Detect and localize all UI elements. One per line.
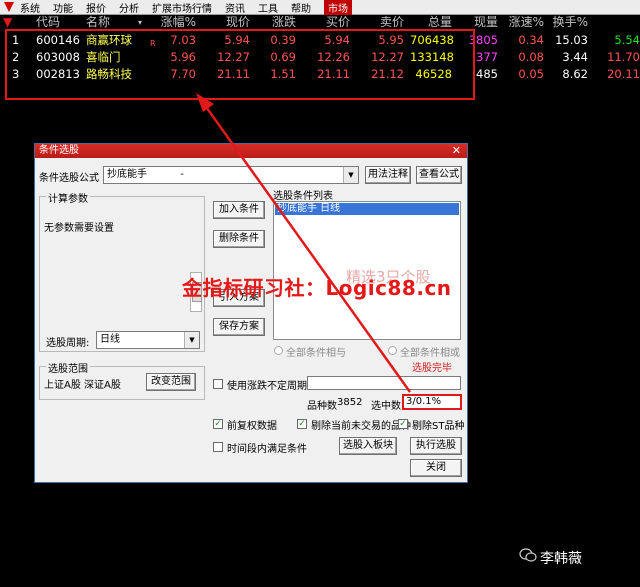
menu-quote[interactable]: 报价	[86, 0, 106, 15]
formula-label: 条件选股公式	[39, 173, 99, 184]
dialog-titlebar[interactable]: 条件选股 ✕	[35, 144, 467, 158]
view-formula-button[interactable]: 查看公式	[416, 166, 462, 184]
menu-help[interactable]: 帮助	[291, 0, 311, 15]
time-cond-checkbox[interactable]	[213, 442, 223, 452]
cell-extra: 20.11	[607, 67, 640, 81]
count-label: 品种数	[307, 401, 337, 412]
exclude-st-checkbox[interactable]: ✓	[398, 419, 408, 429]
dialog-title: 条件选股	[39, 145, 79, 156]
chevron-down-icon: ▼	[343, 167, 358, 183]
restore-label: 前复权数据	[227, 421, 277, 432]
menu-market[interactable]: 市场	[324, 0, 352, 15]
cell-speed: 0.08	[518, 50, 544, 64]
highlight-rectangle	[5, 29, 475, 100]
time-cond-label: 时间段内满足条件	[227, 444, 307, 455]
exclude-untraded-label: 剔除当前未交易的品种	[311, 421, 411, 432]
count-value: 3852	[337, 397, 363, 408]
condition-list-title: 选股条件列表	[273, 191, 333, 202]
exclude-st-label: 剔除ST品种	[412, 421, 465, 432]
cell-extra: 5.54	[614, 33, 640, 47]
status-text: 选股完毕	[412, 363, 452, 374]
radio-and[interactable]	[274, 346, 283, 355]
period-input[interactable]	[307, 376, 461, 390]
cell-speed: 0.34	[518, 33, 544, 47]
menu-analysis[interactable]: 分析	[119, 0, 139, 15]
condition-list[interactable]: 抄底能手 日线 精选3只个股	[273, 201, 461, 340]
formula-select[interactable]: 抄底能手 - ▼	[103, 166, 359, 184]
radio-or[interactable]	[388, 346, 397, 355]
selected-value: 3/0.1%	[402, 394, 462, 410]
period-select[interactable]: 日线 ▼	[96, 331, 200, 349]
col-turnover[interactable]: 换手%	[548, 14, 588, 31]
range-value: 上证A股 深证A股	[44, 380, 121, 391]
brand-author: 李韩薇	[540, 551, 582, 567]
to-block-button[interactable]: 选股入板块	[339, 437, 397, 455]
delete-condition-button[interactable]: 删除条件	[213, 230, 265, 248]
cell-turnover: 8.62	[562, 67, 588, 81]
wechat-icon	[519, 548, 537, 562]
range-group: 选股范围 上证A股 深证A股 改变范围	[39, 360, 205, 400]
close-button[interactable]: 关闭	[410, 459, 462, 477]
app-logo-icon	[4, 2, 14, 12]
use-period-checkbox[interactable]	[213, 379, 223, 389]
radio-or-label: 全部条件相或	[400, 348, 460, 359]
close-icon[interactable]: ✕	[452, 144, 461, 158]
range-title: 选股范围	[46, 360, 90, 375]
chevron-down-icon: ▼	[184, 332, 199, 348]
list-item[interactable]: 抄底能手 日线	[275, 203, 459, 215]
overlay-watermark-text: 金指标研习社：Logic88.cn	[182, 276, 452, 300]
menu-info[interactable]: 资讯	[225, 0, 245, 15]
calc-params-group: 计算参数 无参数需要设置 选股周期: 日线 ▼	[39, 190, 205, 352]
change-range-button[interactable]: 改变范围	[146, 373, 196, 391]
calc-params-title: 计算参数	[46, 190, 90, 205]
menu-function[interactable]: 功能	[53, 0, 73, 15]
cell-extra: 11.70	[607, 50, 640, 64]
add-condition-button[interactable]: 加入条件	[213, 201, 265, 219]
cell-turnover: 3.44	[562, 50, 588, 64]
col-speed[interactable]: 涨速%	[500, 14, 544, 31]
use-period-label: 使用涨跌不定周期	[227, 381, 307, 392]
cell-speed: 0.05	[518, 67, 544, 81]
radio-and-label: 全部条件相与	[286, 348, 346, 359]
menu-extended-market[interactable]: 扩展市场行情	[152, 0, 212, 15]
execute-button[interactable]: 执行选股	[410, 437, 462, 455]
menu-system[interactable]: 系统	[20, 0, 40, 15]
period-label: 选股周期:	[46, 338, 90, 349]
menu-tools[interactable]: 工具	[258, 0, 278, 15]
restore-checkbox[interactable]: ✓	[213, 419, 223, 429]
save-plan-button[interactable]: 保存方案	[213, 318, 265, 336]
condition-stock-selection-dialog: 条件选股 ✕ 条件选股公式 抄底能手 - ▼ 用法注释 查看公式 计算参数 无参…	[34, 143, 468, 483]
usage-note-button[interactable]: 用法注释	[365, 166, 411, 184]
cell-turnover: 15.03	[555, 33, 588, 47]
menu-bar: 系统 功能 报价 分析 扩展市场行情 资讯 工具 帮助 市场	[0, 0, 640, 15]
exclude-untraded-checkbox[interactable]: ✓	[297, 419, 307, 429]
no-params-text: 无参数需要设置	[44, 223, 114, 234]
selected-label: 选中数	[371, 401, 401, 412]
